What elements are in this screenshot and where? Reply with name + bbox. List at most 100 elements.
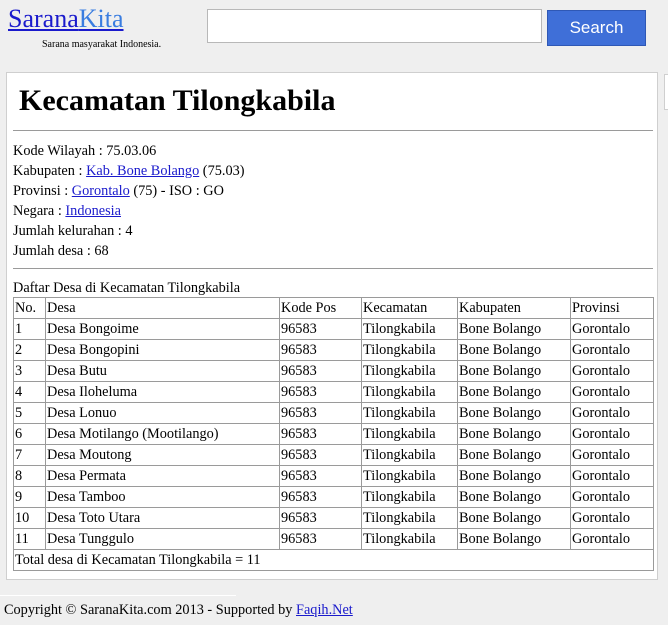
logo-text-sarana: Sarana (8, 4, 79, 33)
cell-kabupaten: Bone Bolango (457, 528, 571, 550)
main-content: Kecamatan Tilongkabila Kode Wilayah : 75… (6, 72, 658, 580)
header-no: No. (13, 297, 46, 319)
cell-kecamatan: Tilongkabila (361, 339, 458, 361)
negara-link[interactable]: Indonesia (65, 203, 121, 219)
search-input[interactable] (207, 9, 542, 43)
provinsi-link[interactable]: Gorontalo (72, 183, 130, 199)
cell-kode-pos: 96583 (279, 528, 362, 550)
kabupaten-link[interactable]: Kab. Bone Bolango (86, 163, 199, 179)
page-title: Kecamatan Tilongkabila (19, 84, 336, 117)
provinsi-label: Provinsi : (13, 183, 72, 199)
cell-provinsi: Gorontalo (570, 360, 654, 382)
site-footer: Copyright © SaranaKita.com 2013 - Suppor… (4, 601, 353, 619)
table-row: 8 Desa Permata 96583 Tilongkabila Bone Bolan… (13, 465, 654, 487)
sidebar-edge (664, 74, 668, 110)
cell-kode-pos: 96583 (279, 339, 362, 361)
cell-no: 11 (13, 528, 46, 550)
info-provinsi: Provinsi : Gorontalo (75) - ISO : GO (13, 181, 245, 201)
cell-kabupaten: Bone Bolango (457, 402, 571, 424)
cell-kabupaten: Bone Bolango (457, 507, 571, 529)
cell-kecamatan: Tilongkabila (361, 465, 458, 487)
info-negara: Negara : Indonesia (13, 201, 245, 221)
district-info: Kode Wilayah : 75.03.06 Kabupaten : Kab.… (13, 141, 245, 261)
cell-provinsi: Gorontalo (570, 486, 654, 508)
cell-desa: Desa Bongopini (45, 339, 280, 361)
table-row: 7 Desa Moutong 96583 Tilongkabila Bone Bolan… (13, 444, 654, 466)
header-provinsi: Provinsi (570, 297, 654, 319)
negara-label: Negara : (13, 203, 66, 219)
cell-desa: Desa Moutong (45, 444, 280, 466)
cell-desa: Desa Tamboo (45, 486, 280, 508)
table-row: 6 Desa Motilango (Mootilango) 96583 Tilongk… (13, 423, 654, 445)
cell-kecamatan: Tilongkabila (361, 507, 458, 529)
cell-desa: Desa Lonuo (45, 402, 280, 424)
kabupaten-label: Kabupaten : (13, 163, 87, 179)
cell-no: 7 (13, 444, 46, 466)
cell-kabupaten: Bone Bolango (457, 486, 571, 508)
cell-kecamatan: Tilongkabila (361, 423, 458, 445)
village-list-caption: Daftar Desa di Kecamatan Tilongkabila (13, 280, 241, 296)
cell-kecamatan: Tilongkabila (361, 381, 458, 403)
cell-kabupaten: Bone Bolango (457, 381, 571, 403)
table-row: 9 Desa Tamboo 96583 Tilongkabila Bone Bolang… (13, 486, 654, 508)
cell-no: 9 (13, 486, 46, 508)
table-row: 5 Desa Lonuo 96583 Tilongkabila Bone Bolango… (13, 402, 654, 424)
cell-desa: Desa Permata (45, 465, 280, 487)
cell-no: 6 (13, 423, 46, 445)
cell-kecamatan: Tilongkabila (361, 444, 458, 466)
cell-kecamatan: Tilongkabila (361, 528, 458, 550)
cell-provinsi: Gorontalo (570, 507, 654, 529)
cell-kode-pos: 96583 (279, 318, 362, 340)
info-kabupaten: Kabupaten : Kab. Bone Bolango (75.03) (13, 161, 245, 181)
cell-desa: Desa Iloheluma (45, 381, 280, 403)
cell-no: 8 (13, 465, 46, 487)
cell-provinsi: Gorontalo (570, 444, 654, 466)
cell-kode-pos: 96583 (279, 402, 362, 424)
cell-kabupaten: Bone Bolango (457, 360, 571, 382)
kode-value: 75.03.06 (106, 143, 157, 159)
table-row: 1 Desa Bongoime 96583 Tilongkabila Bone Bola… (13, 318, 654, 340)
header-desa: Desa (45, 297, 280, 319)
cell-kabupaten: Bone Bolango (457, 423, 571, 445)
cell-desa: Desa Motilango (Mootilango) (45, 423, 280, 445)
cell-kabupaten: Bone Bolango (457, 444, 571, 466)
cell-provinsi: Gorontalo (570, 465, 654, 487)
info-divider (13, 268, 653, 269)
cell-no: 2 (13, 339, 46, 361)
kabupaten-code: (75.03) (199, 163, 245, 179)
header-kecamatan: Kecamatan (361, 297, 458, 319)
site-tagline: Sarana masyarakat Indonesia. (42, 39, 162, 50)
village-table: No. Desa Kode Pos Kecamatan Kabupaten Pr… (13, 297, 654, 571)
cell-kode-pos: 96583 (279, 423, 362, 445)
site-header: SaranaKita Sarana masyarakat Indonesia. … (0, 0, 668, 64)
footer-rule (0, 595, 236, 596)
provinsi-suffix: (75) - ISO : GO (129, 183, 224, 199)
kode-label: Kode Wilayah : (13, 143, 107, 159)
search-button[interactable]: Search (547, 10, 646, 46)
info-jumlah-kelurahan: Jumlah kelurahan : 4 (13, 223, 133, 239)
title-divider (13, 130, 653, 131)
info-jumlah-desa: Jumlah desa : 68 (13, 243, 109, 259)
cell-kode-pos: 96583 (279, 507, 362, 529)
cell-kode-pos: 96583 (279, 360, 362, 382)
cell-kecamatan: Tilongkabila (361, 318, 458, 340)
cell-kecamatan: Tilongkabila (361, 486, 458, 508)
cell-kode-pos: 96583 (279, 444, 362, 466)
cell-provinsi: Gorontalo (570, 423, 654, 445)
cell-provinsi: Gorontalo (570, 402, 654, 424)
table-row: 4 Desa Iloheluma 96583 Tilongkabila Bone Bol… (13, 381, 654, 403)
table-row: 2 Desa Bongopini 96583 Tilongkabila Bone Bol… (13, 339, 654, 361)
cell-no: 5 (13, 402, 46, 424)
cell-kecamatan: Tilongkabila (361, 360, 458, 382)
footer-link-faqih[interactable]: Faqih.Net (296, 602, 353, 618)
cell-kecamatan: Tilongkabila (361, 402, 458, 424)
table-row: 10 Desa Toto Utara 96583 Tilongkabila Bone B… (13, 507, 654, 529)
cell-kabupaten: Bone Bolango (457, 339, 571, 361)
cell-provinsi: Gorontalo (570, 318, 654, 340)
table-row: 11 Desa Tunggulo 96583 Tilongkabila Bone Bol… (13, 528, 654, 550)
cell-desa: Desa Butu (45, 360, 280, 382)
site-logo-link[interactable]: SaranaKita (8, 4, 124, 34)
cell-no: 3 (13, 360, 46, 382)
table-total-row: Total desa di Kecamatan Tilongkabila = 1… (13, 549, 654, 571)
total-villages: Total desa di Kecamatan Tilongkabila = 1… (13, 549, 654, 571)
